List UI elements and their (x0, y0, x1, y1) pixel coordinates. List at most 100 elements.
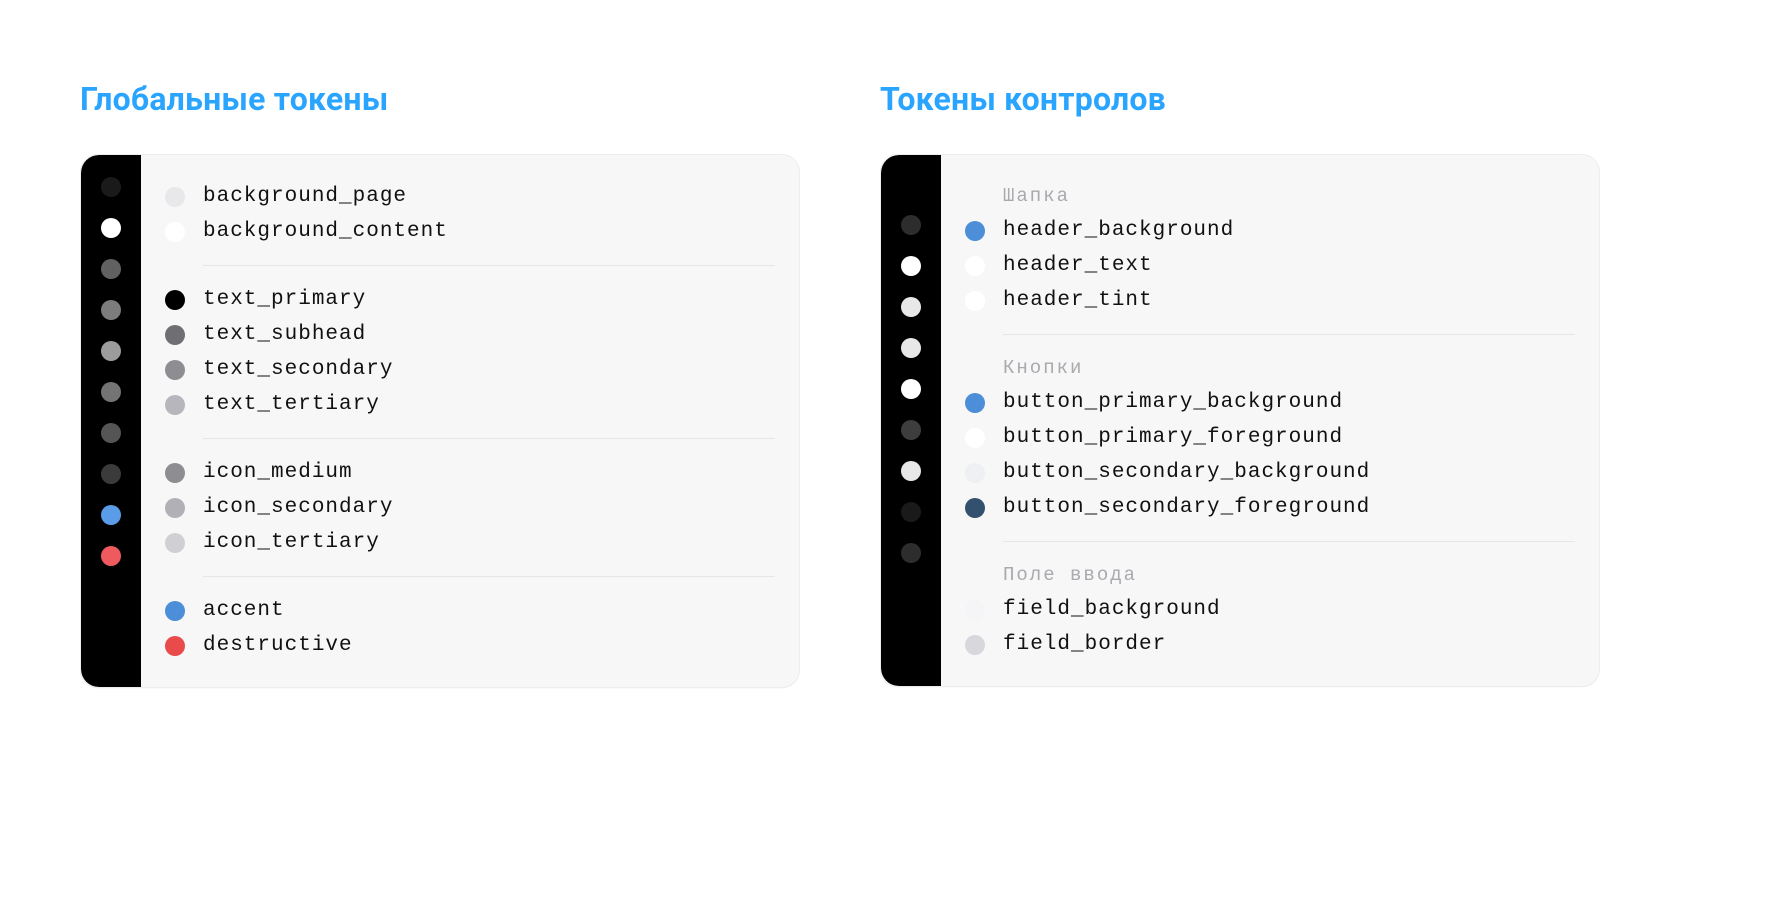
token-row: icon_secondary (165, 490, 775, 525)
token-label: header_background (1003, 219, 1234, 242)
token-label: text_secondary (203, 358, 393, 381)
swatch-icon (101, 300, 121, 320)
token-group: icon_medium icon_secondary icon_tertiary (165, 449, 775, 566)
token-label: icon_medium (203, 461, 353, 484)
token-row: text_secondary (165, 352, 775, 387)
separator (1003, 334, 1575, 335)
control-tokens-palette: Шапка header_background header_text header_… (880, 154, 1600, 687)
token-label: button_primary_foreground (1003, 426, 1343, 449)
separator (203, 265, 775, 266)
token-row: button_secondary_background (965, 455, 1575, 490)
token-label: button_secondary_background (1003, 461, 1370, 484)
swatch-icon (165, 463, 185, 483)
token-group: text_primary text_subhead text_secondaryte… (165, 276, 775, 428)
token-row: destructive (165, 628, 775, 663)
global-tokens-palette: background_page background_content text_pr… (80, 154, 800, 688)
separator (203, 438, 775, 439)
token-row: accent (165, 593, 775, 628)
token-label: field_background (1003, 598, 1221, 621)
token-row: text_subhead (165, 317, 775, 352)
token-label: icon_secondary (203, 496, 393, 519)
swatch-icon (101, 505, 121, 525)
token-row: background_page (165, 179, 775, 214)
token-group: background_page background_content (165, 173, 775, 255)
token-group: accent destructive (165, 587, 775, 669)
swatch-icon (101, 382, 121, 402)
swatch-icon (901, 297, 921, 317)
swatch-icon (165, 222, 185, 242)
token-label: icon_tertiary (203, 531, 380, 554)
token-label: text_tertiary (203, 393, 380, 416)
swatch-icon (901, 502, 921, 522)
token-row: header_background (965, 213, 1575, 248)
swatch-icon (165, 360, 185, 380)
dark-theme-strip (881, 155, 941, 686)
token-group: Кнопки button_primary_background button_pr… (965, 345, 1575, 531)
swatch-icon (101, 218, 121, 238)
swatch-icon (901, 215, 921, 235)
token-label: background_page (203, 185, 407, 208)
token-row: header_tint (965, 283, 1575, 318)
group-title: Поле ввода (965, 558, 1575, 592)
token-row: icon_tertiary (165, 525, 775, 560)
swatch-icon (101, 423, 121, 443)
swatch-icon (101, 464, 121, 484)
swatch-icon (101, 546, 121, 566)
control-tokens-column: Токены контролов Шапка header_backgroundh… (880, 80, 1600, 688)
swatch-icon (965, 635, 985, 655)
group-title: Шапка (965, 179, 1575, 213)
swatch-icon (165, 325, 185, 345)
swatch-icon (965, 463, 985, 483)
token-row: button_secondary_foreground (965, 490, 1575, 525)
swatch-icon (901, 543, 921, 563)
swatch-icon (901, 379, 921, 399)
swatch-icon (965, 428, 985, 448)
swatch-icon (965, 221, 985, 241)
swatch-icon (165, 395, 185, 415)
swatch-icon (901, 420, 921, 440)
token-row: header_text (965, 248, 1575, 283)
swatch-icon (165, 498, 185, 518)
global-tokens-column: Глобальные токены background_pagebackgro… (80, 80, 800, 688)
token-row: field_background (965, 592, 1575, 627)
swatch-icon (965, 291, 985, 311)
section-title-controls: Токены контролов (880, 80, 1600, 118)
separator (1003, 541, 1575, 542)
token-row: button_primary_foreground (965, 420, 1575, 455)
token-label: header_tint (1003, 289, 1153, 312)
light-theme-list: Шапка header_background header_text header_… (941, 155, 1599, 686)
token-row: background_content (165, 214, 775, 249)
swatch-icon (965, 256, 985, 276)
group-title: Кнопки (965, 351, 1575, 385)
token-row: icon_medium (165, 455, 775, 490)
swatch-icon (101, 259, 121, 279)
token-row: button_primary_background (965, 385, 1575, 420)
swatch-icon (965, 600, 985, 620)
swatch-icon (101, 341, 121, 361)
token-row: field_border (965, 627, 1575, 662)
light-theme-list: background_page background_content text_pr… (141, 155, 799, 687)
token-row: text_tertiary (165, 387, 775, 422)
token-group: Шапка header_background header_text header_… (965, 173, 1575, 324)
swatch-icon (901, 338, 921, 358)
swatch-icon (901, 461, 921, 481)
token-group: Поле ввода field_background field_border (965, 552, 1575, 668)
swatch-icon (101, 177, 121, 197)
swatch-icon (901, 256, 921, 276)
swatch-icon (165, 533, 185, 553)
token-label: text_primary (203, 288, 366, 311)
swatch-icon (165, 636, 185, 656)
token-label: text_subhead (203, 323, 366, 346)
swatch-icon (965, 393, 985, 413)
token-label: accent (203, 599, 285, 622)
section-title-global: Глобальные токены (80, 80, 800, 118)
token-label: background_content (203, 220, 448, 243)
token-label: header_text (1003, 254, 1153, 277)
swatch-icon (165, 290, 185, 310)
token-label: button_primary_background (1003, 391, 1343, 414)
dark-theme-strip (81, 155, 141, 687)
token-row: text_primary (165, 282, 775, 317)
swatch-icon (165, 601, 185, 621)
token-label: button_secondary_foreground (1003, 496, 1370, 519)
token-label: destructive (203, 634, 353, 657)
